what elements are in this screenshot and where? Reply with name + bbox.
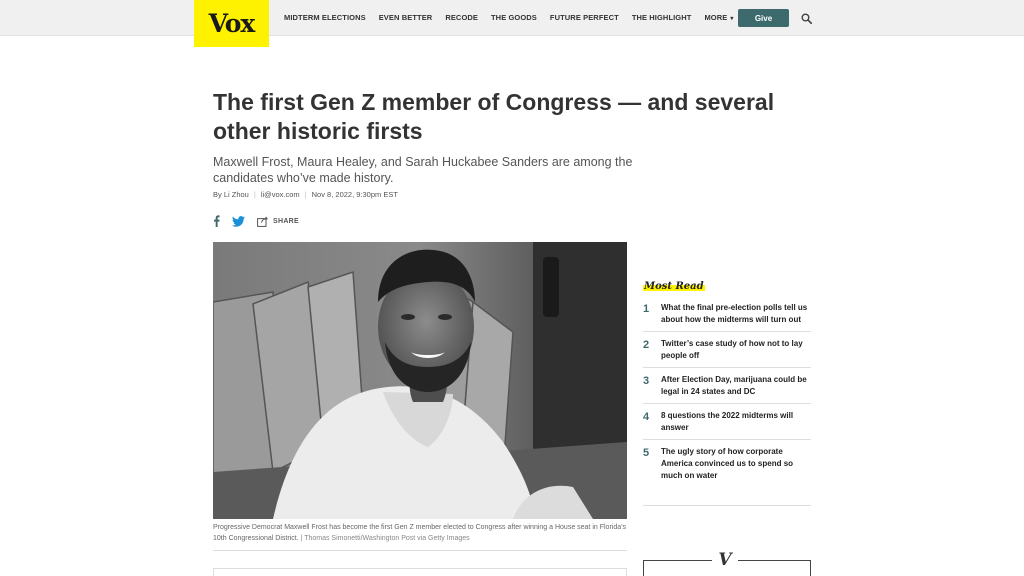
logo-text: Vox bbox=[208, 9, 256, 38]
byline-author[interactable]: By Li Zhou bbox=[213, 190, 249, 199]
nav-the-goods[interactable]: THE GOODS bbox=[491, 13, 537, 22]
photo-caption: Progressive Democrat Maxwell Frost has b… bbox=[213, 523, 627, 544]
chevron-down-icon: ▾ bbox=[730, 16, 734, 22]
most-read-sidebar: Most Read 1 What the final pre-election … bbox=[643, 276, 811, 487]
most-read-divider bbox=[643, 505, 811, 506]
share-icon bbox=[257, 216, 269, 227]
article-dek: Maxwell Frost, Maura Healey, and Sarah H… bbox=[213, 155, 633, 185]
caption-divider bbox=[213, 550, 627, 551]
byline-separator: | bbox=[304, 190, 307, 199]
nav-the-highlight[interactable]: THE HIGHLIGHT bbox=[632, 13, 692, 22]
facebook-icon[interactable] bbox=[213, 215, 220, 227]
byline: By Li Zhou | li@vox.com | Nov 8, 2022, 9… bbox=[213, 190, 398, 199]
content-box bbox=[213, 568, 627, 576]
photo-credit: Thomas Simonetti/Washington Post via Get… bbox=[304, 534, 470, 542]
most-read-link[interactable]: After Election Day, marijuana could be l… bbox=[661, 374, 811, 398]
most-read-link[interactable]: 8 questions the 2022 midterms will answe… bbox=[661, 410, 811, 434]
nav-future-perfect[interactable]: FUTURE PERFECT bbox=[550, 13, 619, 22]
most-read-rank: 4 bbox=[643, 411, 650, 423]
give-button[interactable]: Give bbox=[738, 9, 789, 27]
search-icon[interactable] bbox=[801, 13, 812, 24]
share-button[interactable]: SHARE bbox=[257, 216, 299, 227]
most-read-link[interactable]: What the final pre-election polls tell u… bbox=[661, 302, 811, 326]
most-read-link[interactable]: The ugly story of how corporate America … bbox=[661, 446, 811, 482]
article-headline: The first Gen Z member of Congress — and… bbox=[213, 89, 775, 144]
most-read-rank: 3 bbox=[643, 375, 650, 387]
nav-recode[interactable]: RECODE bbox=[445, 13, 478, 22]
share-bar: SHARE bbox=[213, 215, 299, 227]
byline-email[interactable]: li@vox.com bbox=[261, 190, 300, 199]
nav-more-label: MORE bbox=[704, 13, 728, 22]
byline-separator: | bbox=[253, 190, 256, 199]
most-read-item[interactable]: 4 8 questions the 2022 midterms will ans… bbox=[643, 404, 811, 440]
article-photo bbox=[213, 242, 627, 519]
most-read-rank: 2 bbox=[643, 339, 650, 351]
most-read-item[interactable]: 5 The ugly story of how corporate Americ… bbox=[643, 440, 811, 487]
share-label: SHARE bbox=[273, 217, 300, 225]
most-read-title: Most Read bbox=[643, 281, 705, 292]
section-nav: MIDTERM ELECTIONS EVEN BETTER RECODE THE… bbox=[284, 13, 746, 22]
portrait-illustration bbox=[213, 242, 627, 519]
vox-logo[interactable]: Vox bbox=[194, 0, 269, 47]
most-read-item[interactable]: 2 Twitter’s case study of how not to lay… bbox=[643, 332, 811, 368]
most-read-link[interactable]: Twitter’s case study of how not to lay p… bbox=[661, 338, 811, 362]
twitter-icon[interactable] bbox=[232, 215, 245, 227]
nav-midterm-elections[interactable]: MIDTERM ELECTIONS bbox=[284, 13, 366, 22]
most-read-item[interactable]: 3 After Election Day, marijuana could be… bbox=[643, 368, 811, 404]
nav-more[interactable]: MORE ▾ bbox=[704, 13, 733, 22]
byline-date: Nov 8, 2022, 9:30pm EST bbox=[311, 190, 398, 199]
vox-v-badge: V bbox=[712, 550, 738, 570]
most-read-item[interactable]: 1 What the final pre-election polls tell… bbox=[643, 296, 811, 332]
nav-even-better[interactable]: EVEN BETTER bbox=[379, 13, 433, 22]
most-read-rank: 1 bbox=[643, 303, 650, 315]
most-read-rank: 5 bbox=[643, 447, 650, 459]
caption-separator: | bbox=[300, 534, 303, 542]
